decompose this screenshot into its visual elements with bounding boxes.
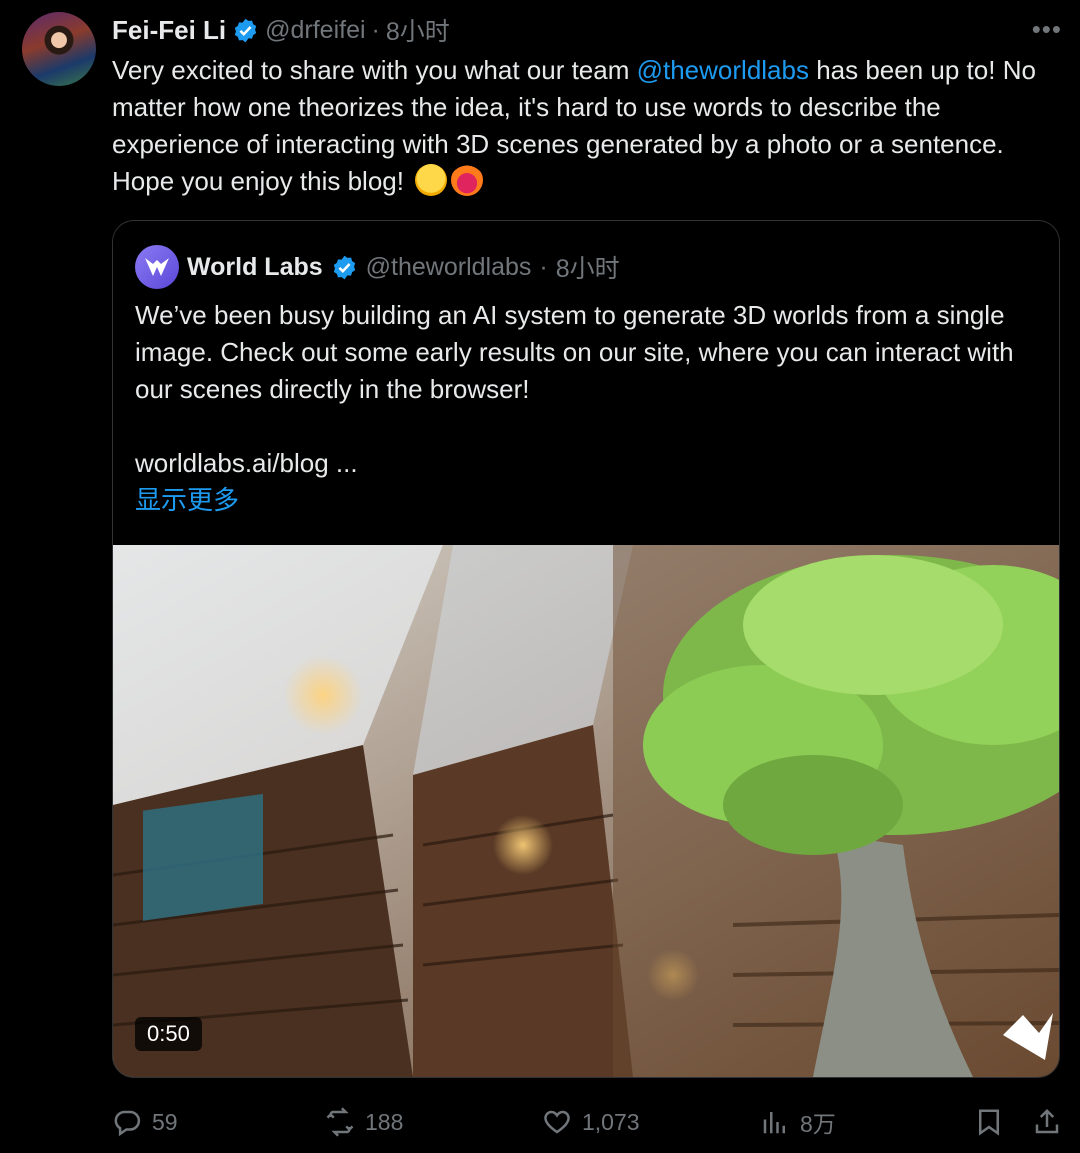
reply-button[interactable]: 59	[112, 1100, 178, 1144]
quote-text: We’ve been busy building an AI system to…	[135, 297, 1035, 519]
quote-link[interactable]: worldlabs.ai/blog ...	[135, 445, 1035, 482]
avatar[interactable]	[22, 12, 96, 86]
share-icon	[1035, 1108, 1059, 1134]
separator-dot: ·	[371, 15, 380, 44]
timestamp[interactable]: 8小时	[386, 12, 450, 48]
tweet-text: Very excited to share with you what our …	[112, 52, 1062, 200]
share-button[interactable]	[1032, 1100, 1062, 1144]
verified-badge-icon	[333, 255, 355, 279]
action-bar: 59 188 1,073 8万	[112, 1100, 1068, 1144]
quote-header: World Labs @theworldlabs · 8小时	[135, 245, 620, 289]
analytics-icon	[763, 1112, 785, 1134]
quote-timestamp[interactable]: 8小时	[556, 249, 620, 285]
video-duration: 0:50	[135, 1017, 202, 1051]
heart-icon	[544, 1110, 570, 1134]
repost-count: 188	[365, 1108, 404, 1135]
video-thumbnail[interactable]: 0:50	[113, 545, 1059, 1077]
separator-dot: ·	[539, 252, 548, 281]
tweet-header: Fei-Fei Li @drfeifei · 8小时	[112, 12, 450, 48]
quote-author-name[interactable]: World Labs	[187, 253, 323, 282]
bookmark-icon	[979, 1109, 999, 1136]
author-handle[interactable]: @drfeifei	[265, 16, 365, 45]
worldlabs-logo-icon[interactable]	[135, 245, 179, 289]
verified-badge-icon	[234, 18, 257, 42]
views-button[interactable]: 8万	[760, 1100, 836, 1144]
like-count: 1,073	[582, 1108, 640, 1135]
mention-link[interactable]: @theworldlabs	[637, 55, 809, 85]
more-options-icon[interactable]: •••	[1032, 14, 1062, 45]
quoted-tweet[interactable]: World Labs @theworldlabs · 8小时 We’ve bee…	[112, 220, 1060, 1078]
heart-on-fire-emoji-icon	[451, 164, 484, 196]
like-button[interactable]: 1,073	[542, 1100, 640, 1144]
repost-icon	[326, 1107, 354, 1137]
reply-icon	[114, 1110, 141, 1137]
bookmark-button[interactable]	[974, 1100, 1004, 1144]
repost-button[interactable]: 188	[325, 1100, 403, 1144]
quote-body: We’ve been busy building an AI system to…	[135, 300, 1014, 404]
reply-count: 59	[152, 1108, 178, 1135]
star-struck-emoji-icon	[415, 164, 448, 196]
tweet-text-part: Very excited to share with you what our …	[112, 55, 637, 85]
author-name[interactable]: Fei-Fei Li	[112, 15, 226, 46]
view-count: 8万	[800, 1111, 836, 1137]
library-tree-image	[113, 545, 1059, 1077]
show-more-link[interactable]: 显示更多	[135, 482, 1035, 519]
quote-author-handle[interactable]: @theworldlabs	[366, 253, 532, 282]
